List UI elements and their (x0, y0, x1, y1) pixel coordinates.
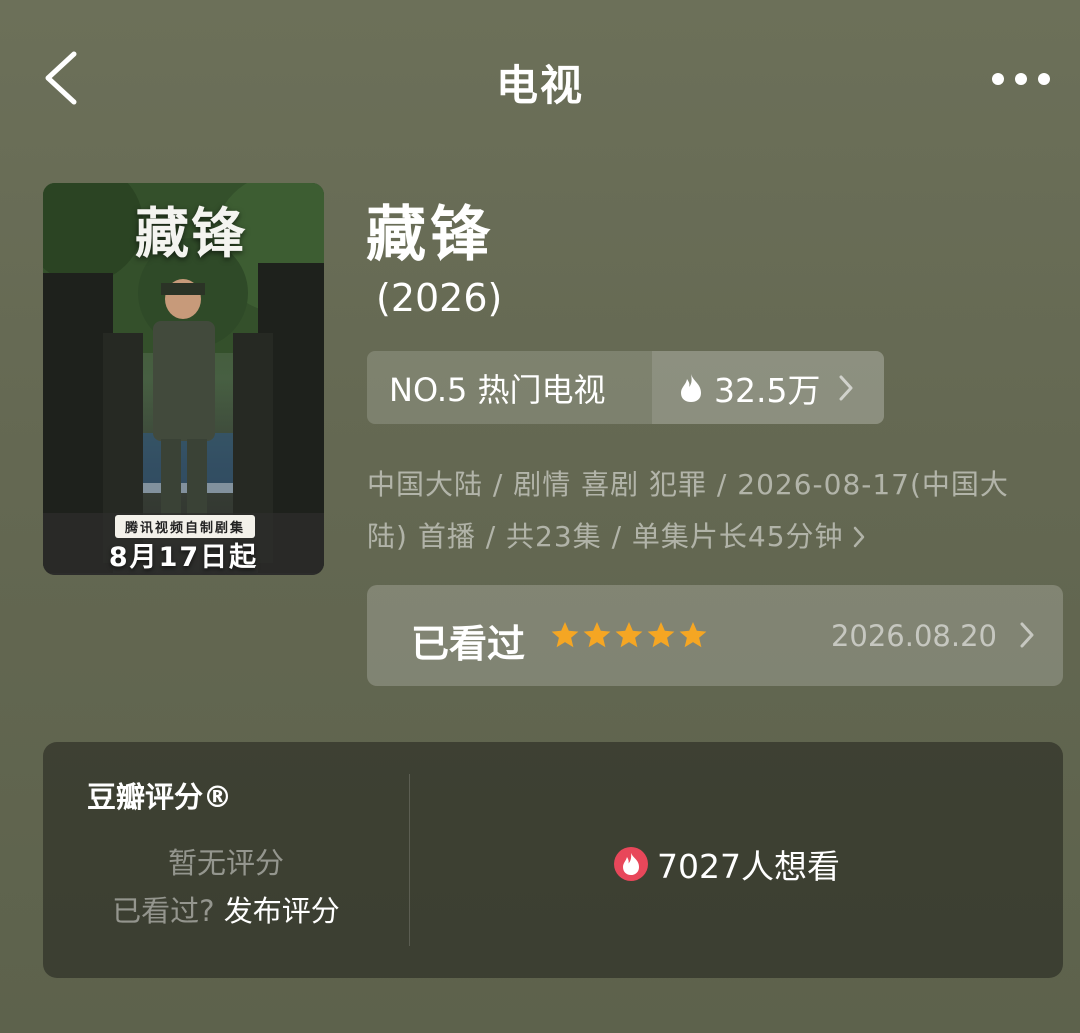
watched-status-card[interactable]: 已看过 2026.08.20 (367, 585, 1063, 686)
heat-value: 32.5万 (714, 370, 821, 410)
top-nav-bar: 电视 (0, 0, 1080, 160)
poster-date: 8月17日起 (108, 542, 259, 573)
divider (409, 774, 410, 946)
meta-line-2-wrap: 陆) 首播 / 共23集 / 单集片长45分钟 (367, 511, 1047, 563)
want-to-watch[interactable]: 7027人想看 (613, 840, 840, 888)
want-count: 7027人想看 (657, 847, 840, 886)
page-title: 电视 (495, 61, 584, 110)
seen-line: 已看过? 发布评分 (43, 888, 409, 930)
star-icon (551, 622, 579, 648)
flame-icon (681, 373, 701, 402)
poster-image[interactable]: 藏锋 腾讯视频自制剧集 8月17日起 (43, 183, 324, 575)
chevron-right-icon (1020, 622, 1034, 648)
show-meta-info[interactable]: 中国大陆 / 剧情 喜剧 犯罪 / 2026-08-17(中国大 陆) 首播 /… (367, 459, 1047, 563)
star-icon (647, 622, 675, 648)
meta-line-1: 中国大陆 / 剧情 喜剧 犯罪 / 2026-08-17(中国大 (367, 468, 1009, 501)
show-year: (2026) (376, 276, 503, 320)
rank-label[interactable]: NO.5 热门电视 (367, 351, 652, 424)
poster-title: 藏锋 (135, 201, 247, 265)
seen-question: 已看过? (112, 894, 215, 928)
star-rating (550, 620, 708, 650)
watched-label: 已看过 (411, 622, 526, 666)
no-rating-text: 暂无评分 (167, 846, 284, 880)
chevron-right-icon (839, 375, 853, 400)
star-icon (615, 622, 643, 648)
show-title: 藏锋 (366, 200, 494, 270)
douban-rating-card: 豆瓣评分® 暂无评分 已看过? 发布评分 7027人想看 (43, 742, 1063, 978)
star-icon (583, 622, 611, 648)
publish-rating-link[interactable]: 发布评分 (224, 894, 340, 928)
douban-rating-brand: 豆瓣评分® (87, 780, 233, 814)
star-icon (679, 622, 707, 648)
ranking-pill: NO.5 热门电视 32.5万 (367, 351, 884, 424)
want-flame-icon (614, 847, 648, 881)
heat-button[interactable]: 32.5万 (652, 351, 884, 424)
chevron-right-icon (853, 526, 864, 548)
meta-line-2: 陆) 首播 / 共23集 / 单集片长45分钟 (367, 520, 844, 553)
watched-date: 2026.08.20 (830, 619, 997, 653)
more-horizontal-icon[interactable] (986, 62, 1056, 96)
